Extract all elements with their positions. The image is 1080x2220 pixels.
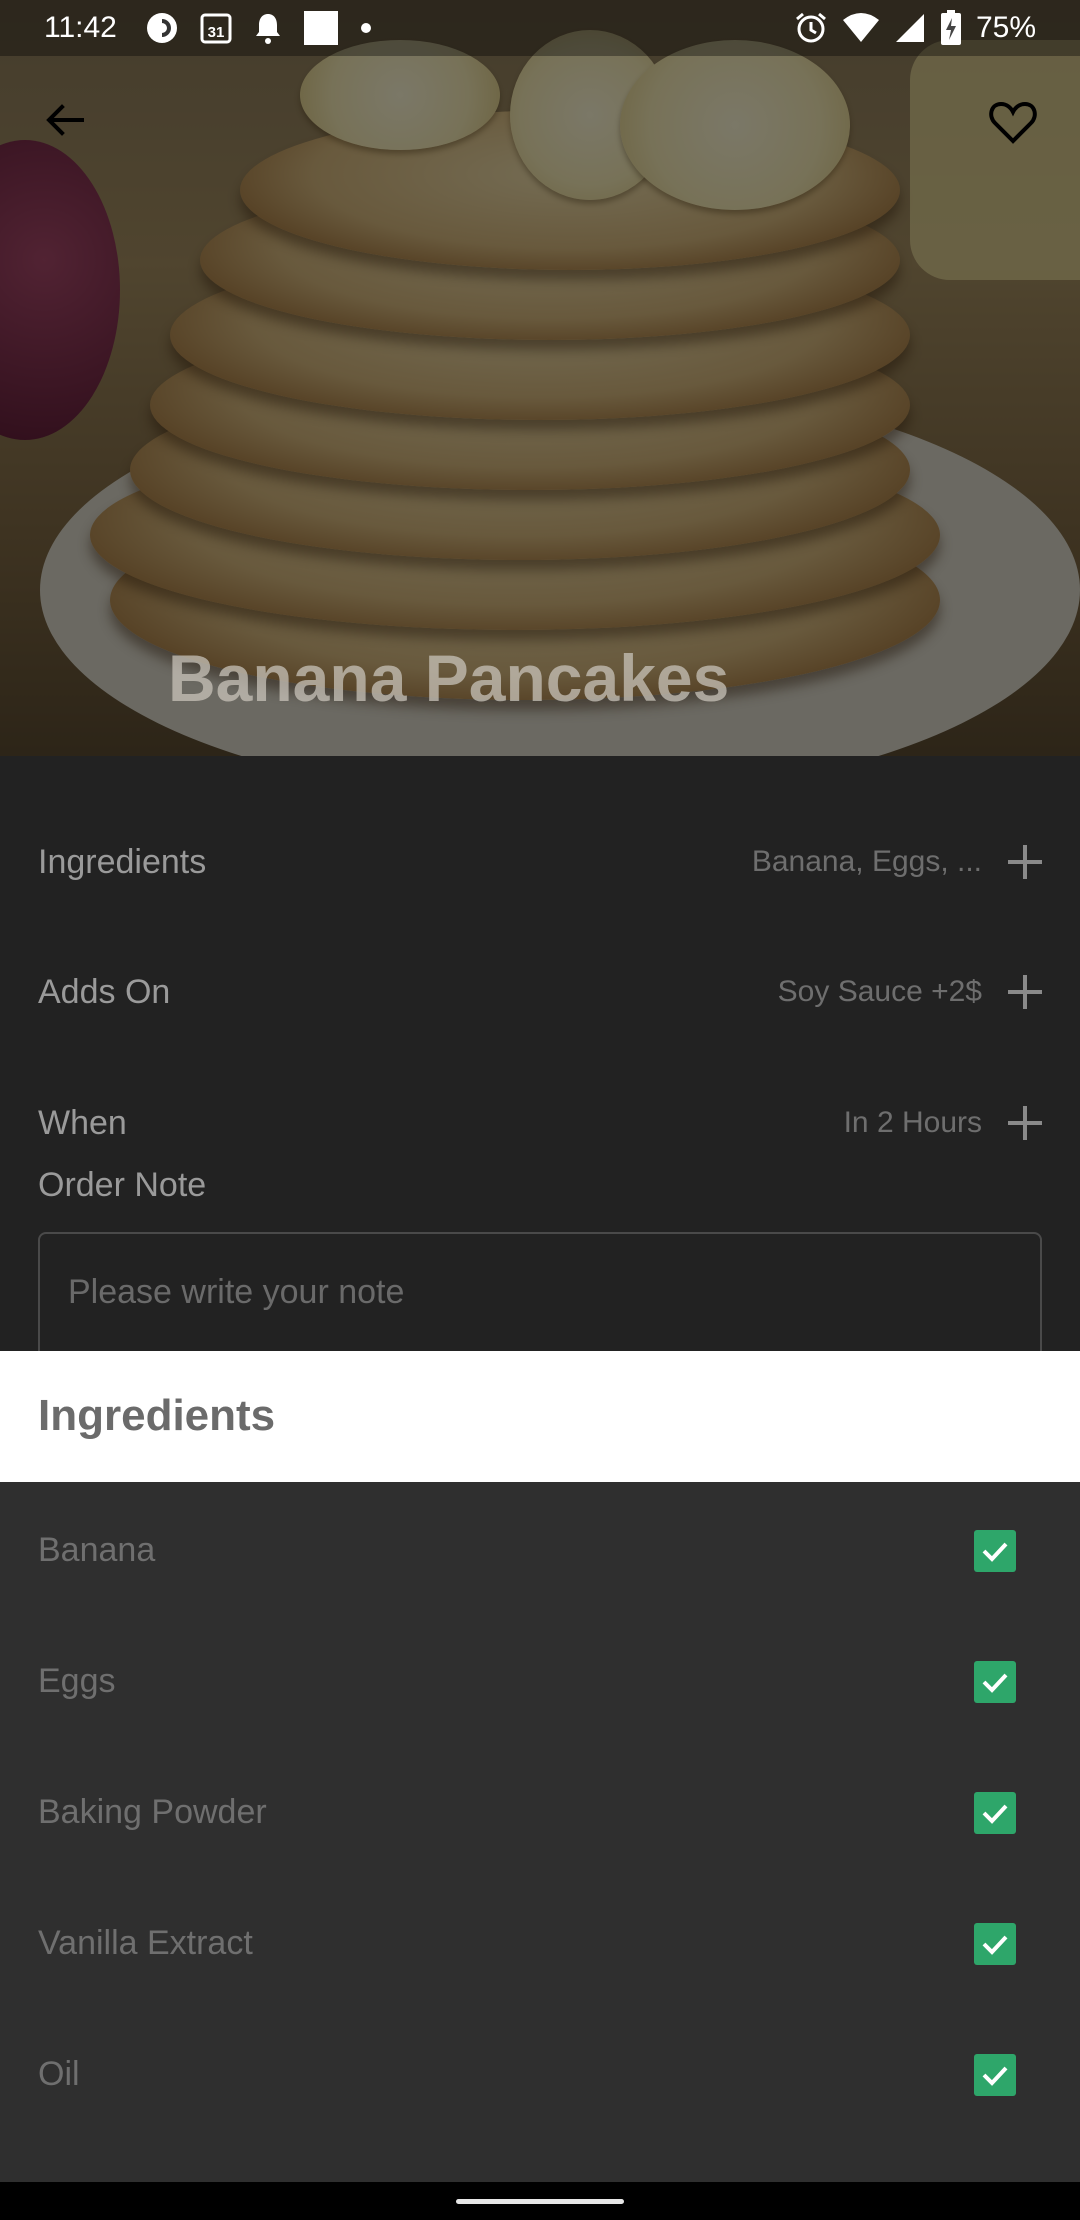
plus-icon[interactable]: [1008, 1106, 1042, 1140]
ingredient-row-vanilla-extract[interactable]: Vanilla Extract: [0, 1878, 1080, 2009]
arrow-left-icon: [46, 104, 84, 136]
notification-bell-icon: [253, 11, 283, 45]
ingredient-label: Vanilla Extract: [38, 1924, 253, 1962]
signal-icon: [894, 12, 926, 44]
calendar-icon: 31: [199, 11, 233, 45]
screen: Banana Pancakes 11:42 31 75% Ingredients…: [0, 0, 1080, 2220]
ingredient-checkbox[interactable]: [974, 1660, 1016, 1703]
alarm-icon: [794, 11, 828, 45]
option-row-ingredients[interactable]: Ingredients Banana, Eggs, ...: [38, 822, 1042, 902]
check-icon: [982, 1542, 1008, 1562]
check-icon: [982, 1804, 1008, 1824]
option-value: Soy Sauce +2$: [777, 975, 982, 1008]
ingredient-row-oil[interactable]: Oil: [0, 2009, 1080, 2140]
pocket-casts-icon: [145, 11, 179, 45]
ingredients-sheet-list: Banana Eggs Baking Powder Vanilla Extrac…: [0, 1482, 1080, 2182]
order-note-label: Order Note: [38, 1166, 207, 1204]
status-left-icons: 31: [145, 10, 373, 46]
status-right-icons: 75%: [794, 10, 1036, 46]
status-time: 11:42: [44, 11, 117, 44]
check-icon: [982, 1673, 1008, 1693]
ingredient-row-eggs[interactable]: Eggs: [0, 1616, 1080, 1747]
recipe-details: Ingredients Banana, Eggs, ... Adds On So…: [0, 756, 1080, 1432]
check-icon: [982, 2066, 1008, 2086]
battery-charging-icon: [940, 10, 962, 46]
check-icon: [982, 1935, 1008, 1955]
option-label: Adds On: [38, 972, 171, 1011]
home-gesture-handle[interactable]: [456, 2199, 624, 2204]
ingredient-checkbox[interactable]: [974, 2053, 1016, 2096]
recipe-title: Banana Pancakes: [168, 641, 730, 715]
plus-icon[interactable]: [1008, 975, 1042, 1009]
option-row-when[interactable]: When In 2 Hours: [38, 1083, 1042, 1163]
back-button[interactable]: [40, 95, 90, 145]
ingredient-checkbox[interactable]: [974, 1529, 1016, 1572]
system-nav-bar: [0, 2182, 1080, 2220]
square-icon: [303, 10, 339, 46]
status-bar: 11:42 31 75%: [0, 0, 1080, 56]
option-value: Banana, Eggs, ...: [751, 845, 982, 878]
heart-outline-icon: [989, 101, 1037, 144]
option-row-adds-on[interactable]: Adds On Soy Sauce +2$: [38, 952, 1042, 1032]
ingredients-sheet-header: Ingredients: [0, 1351, 1080, 1482]
ingredient-checkbox[interactable]: [974, 1922, 1016, 1965]
option-label: When: [38, 1103, 127, 1142]
wifi-icon: [842, 12, 880, 44]
recipe-hero-image: Banana Pancakes: [0, 0, 1080, 756]
ingredient-checkbox[interactable]: [974, 1791, 1016, 1834]
favorite-button[interactable]: [986, 95, 1040, 149]
option-value: In 2 Hours: [843, 1106, 982, 1139]
plus-icon[interactable]: [1008, 845, 1042, 879]
ingredient-label: Baking Powder: [38, 1793, 267, 1831]
sheet-title: Ingredients: [38, 1391, 276, 1440]
ingredient-label: Eggs: [38, 1662, 116, 1700]
ingredient-label: Oil: [38, 2055, 80, 2093]
order-note-input[interactable]: [66, 1272, 970, 1313]
option-label: Ingredients: [38, 842, 207, 881]
dot-icon: [359, 21, 373, 35]
ingredient-label: Banana: [38, 1531, 156, 1569]
battery-percent: 75%: [975, 11, 1036, 44]
ingredient-row-banana[interactable]: Banana: [0, 1485, 1080, 1616]
calendar-day: 31: [208, 24, 225, 41]
ingredient-row-baking-powder[interactable]: Baking Powder: [0, 1747, 1080, 1878]
